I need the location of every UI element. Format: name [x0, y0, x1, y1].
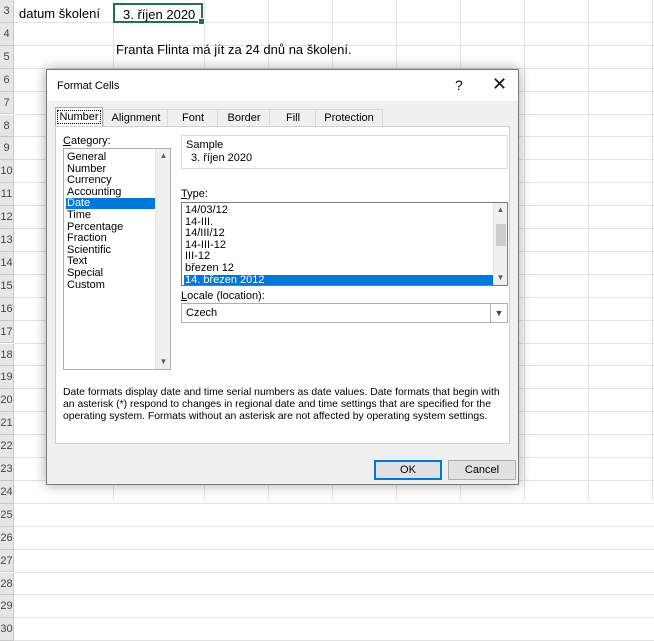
category-item-time[interactable]: Time — [67, 210, 154, 221]
category-item-fraction[interactable]: Fraction — [67, 233, 154, 244]
row-header[interactable]: 17 — [0, 320, 14, 344]
dialog-titlebar[interactable]: Format Cells ? ✕ — [47, 70, 518, 101]
row-header[interactable]: 25 — [0, 503, 14, 527]
row-header[interactable]: 8 — [0, 114, 14, 138]
type-list[interactable]: 14/03/12 14-III. 14/III/12 14-III-12 III-12 b… — [181, 202, 508, 286]
row-gridline — [14, 617, 654, 619]
type-item[interactable]: 14/III/12 — [184, 228, 493, 239]
tab-protection[interactable]: Protection — [315, 109, 383, 126]
row-header[interactable]: 19 — [0, 366, 14, 390]
category-item-currency[interactable]: Currency — [67, 175, 154, 186]
column-gridline — [588, 0, 589, 500]
row-header[interactable]: 28 — [0, 572, 14, 596]
close-icon[interactable]: ✕ — [492, 75, 507, 93]
locale-value: Czech — [186, 307, 218, 319]
category-item-date[interactable]: Date — [66, 198, 155, 210]
type-scrollbar[interactable]: ▲ ▼ — [493, 203, 507, 285]
type-item[interactable]: 14-III-12 — [184, 239, 493, 251]
category-list[interactable]: General Number Currency Accounting Date Time P… — [63, 148, 171, 370]
row-gridline — [14, 525, 654, 527]
category-item-special[interactable]: Special — [67, 268, 154, 279]
format-cells-dialog: Format Cells ? ✕ Number Alignment Font B… — [46, 69, 519, 485]
cell-b5[interactable]: Franta Flinta má jít za 24 dnů na školen… — [116, 42, 352, 57]
row-header[interactable]: 12 — [0, 206, 14, 229]
scroll-down-icon[interactable]: ▼ — [156, 355, 171, 369]
sample-value: 3. říjen 2020 — [191, 152, 253, 164]
format-description: Date formats display date and time seria… — [63, 387, 500, 422]
cancel-button[interactable]: Cancel — [448, 460, 516, 480]
tab-alignment[interactable]: Alignment — [103, 109, 169, 126]
number-tab-panel: Category: General Number Currency Accountin… — [55, 126, 510, 444]
column-gridline — [652, 0, 653, 500]
row-header[interactable]: 3 — [0, 0, 14, 23]
type-scroll-thumb[interactable] — [496, 224, 506, 246]
row-gridline — [14, 21, 654, 23]
fill-handle[interactable] — [198, 18, 205, 25]
category-scrollbar[interactable]: ▲ ▼ — [155, 149, 170, 369]
row-header[interactable]: 22 — [0, 435, 14, 458]
row-header[interactable]: 20 — [0, 389, 14, 413]
row-header[interactable]: 15 — [0, 274, 14, 298]
tab-border[interactable]: Border — [217, 109, 271, 126]
cell-a3[interactable]: datum školení — [19, 6, 100, 21]
row-header[interactable]: 11 — [0, 183, 14, 207]
category-item-accounting[interactable]: Accounting — [67, 186, 154, 198]
row-gridline — [14, 548, 654, 550]
category-item-percentage[interactable]: Percentage — [67, 221, 154, 233]
row-gridline — [14, 571, 654, 573]
row-header[interactable]: 7 — [0, 91, 14, 115]
row-header[interactable]: 18 — [0, 343, 14, 367]
row-header[interactable]: 9 — [0, 137, 14, 161]
category-item-general[interactable]: General — [67, 152, 154, 163]
category-item-number[interactable]: Number — [67, 163, 154, 175]
row-header[interactable]: 4 — [0, 22, 14, 46]
active-cell-b3[interactable]: 3. říjen 2020 — [113, 3, 205, 25]
type-item[interactable]: 14/03/12 — [184, 205, 493, 216]
row-header[interactable]: 13 — [0, 229, 14, 252]
type-item[interactable]: III-12 — [184, 251, 493, 262]
row-gridline — [14, 594, 654, 596]
chevron-down-icon[interactable]: ▼ — [490, 304, 507, 322]
row-header[interactable]: 26 — [0, 526, 14, 550]
category-label: Category: — [63, 135, 111, 147]
row-header[interactable]: 27 — [0, 549, 14, 573]
column-gridline — [524, 0, 525, 500]
row-header[interactable]: 21 — [0, 412, 14, 436]
locale-dropdown[interactable]: Czech ▼ — [181, 303, 508, 323]
help-button[interactable]: ? — [455, 77, 463, 93]
row-header[interactable]: 14 — [0, 251, 14, 275]
type-item[interactable]: březen 12 — [184, 263, 493, 274]
category-item-custom[interactable]: Custom — [67, 279, 154, 291]
tab-number[interactable]: Number — [55, 107, 103, 127]
dialog-title: Format Cells — [57, 80, 120, 92]
tab-font[interactable]: Font — [167, 109, 219, 126]
cell-b3-value: 3. říjen 2020 — [123, 7, 196, 22]
row-header[interactable]: 10 — [0, 160, 14, 184]
type-item[interactable]: 14-III. — [184, 216, 493, 228]
sample-group: 3. říjen 2020 — [181, 135, 508, 169]
row-header[interactable]: 16 — [0, 297, 14, 321]
row-header[interactable]: 6 — [0, 68, 14, 92]
tab-fill[interactable]: Fill — [269, 109, 317, 126]
sample-label: Sample — [184, 139, 226, 151]
scroll-up-icon[interactable]: ▲ — [156, 149, 171, 163]
category-item-scientific[interactable]: Scientific — [67, 244, 154, 256]
row-header[interactable]: 30 — [0, 618, 14, 641]
type-scroll-up-icon[interactable]: ▲ — [494, 203, 507, 217]
ok-button[interactable]: OK — [374, 460, 442, 480]
row-gridline — [14, 502, 654, 504]
type-scroll-down-icon[interactable]: ▼ — [494, 271, 507, 285]
category-item-text[interactable]: Text — [67, 256, 154, 267]
locale-label: Locale (location): — [181, 290, 265, 302]
row-header[interactable]: 24 — [0, 480, 14, 504]
row-header[interactable]: 29 — [0, 595, 14, 619]
row-header[interactable]: 23 — [0, 458, 14, 481]
type-label: Type: — [181, 188, 208, 200]
type-item[interactable]: 14. březen 2012 — [184, 274, 493, 285]
tab-number-label: Number — [57, 110, 101, 124]
row-header[interactable]: 5 — [0, 45, 14, 69]
